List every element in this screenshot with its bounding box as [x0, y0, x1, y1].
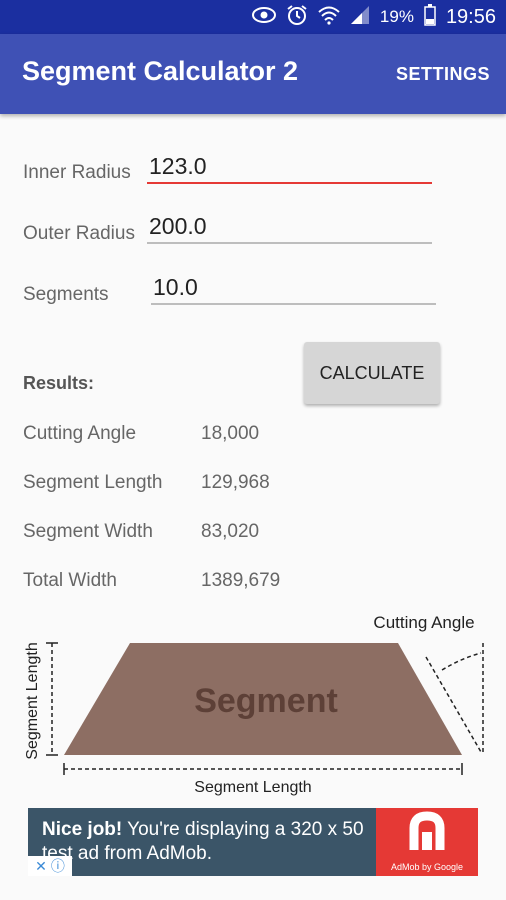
inner-radius-field[interactable]: 123.0 [149, 153, 207, 180]
segments-field[interactable]: 10.0 [153, 274, 198, 301]
result-label-total-width: Total Width [23, 570, 117, 591]
ad-headline: Nice job! [42, 819, 123, 840]
status-time: 19:56 [445, 5, 496, 28]
ad-text: Nice job! You're displaying a 320 x 50 t… [42, 818, 372, 866]
close-icon[interactable]: ✕ [35, 858, 47, 875]
outer-radius-underline [147, 242, 432, 244]
results-title: Results: [23, 373, 95, 393]
ad-banner[interactable]: Nice job! You're displaying a 320 x 50 t… [28, 808, 478, 876]
angle-arc [441, 652, 482, 671]
calculate-button[interactable]: CALCULATE [304, 342, 440, 404]
eye-icon [251, 6, 276, 28]
status-bar: 19% 19:56 [0, 0, 506, 34]
admob-icon [409, 811, 445, 850]
wifi-icon [318, 5, 340, 30]
result-value-segment-length: 129,968 [201, 472, 270, 493]
app-bar: Segment Calculator 2 SETTINGS [0, 34, 506, 114]
result-label-segment-width: Segment Width [23, 521, 153, 542]
admob-logo: AdMob by Google [376, 808, 478, 876]
outer-radius-label: Outer Radius [23, 223, 135, 244]
segments-label: Segments [23, 284, 109, 305]
side-dimension-label: Segment Length [24, 642, 41, 759]
segment-label: Segment [194, 682, 338, 720]
result-value-total-width: 1389,679 [201, 570, 281, 591]
status-icons: 19% 19:56 [251, 3, 496, 31]
result-label-cutting-angle: Cutting Angle [23, 423, 137, 444]
result-value-cutting-angle: 18,000 [201, 423, 260, 444]
inner-radius-label: Inner Radius [23, 162, 131, 183]
signal-icon [350, 5, 370, 30]
battery-icon [424, 3, 436, 31]
outer-radius-field[interactable]: 200.0 [149, 213, 207, 240]
bottom-dimension-label: Segment Length [194, 779, 311, 796]
segments-underline [151, 303, 436, 305]
settings-button[interactable]: SETTINGS [396, 64, 490, 85]
result-value-segment-width: 83,020 [201, 521, 260, 542]
result-label-segment-length: Segment Length [23, 472, 163, 493]
inner-radius-underline [147, 182, 432, 184]
ad-brand: AdMob by Google [390, 862, 464, 872]
page-title: Segment Calculator 2 [22, 56, 299, 86]
battery-percent: 19% [379, 7, 414, 26]
info-icon[interactable]: ⓘ [51, 856, 65, 876]
segment-diagram: Segment Cutting Angle Segment Length Seg… [24, 613, 484, 796]
alarm-icon [286, 4, 308, 31]
cutting-angle-label: Cutting Angle [373, 613, 474, 632]
ad-controls: ✕ ⓘ [28, 856, 72, 876]
